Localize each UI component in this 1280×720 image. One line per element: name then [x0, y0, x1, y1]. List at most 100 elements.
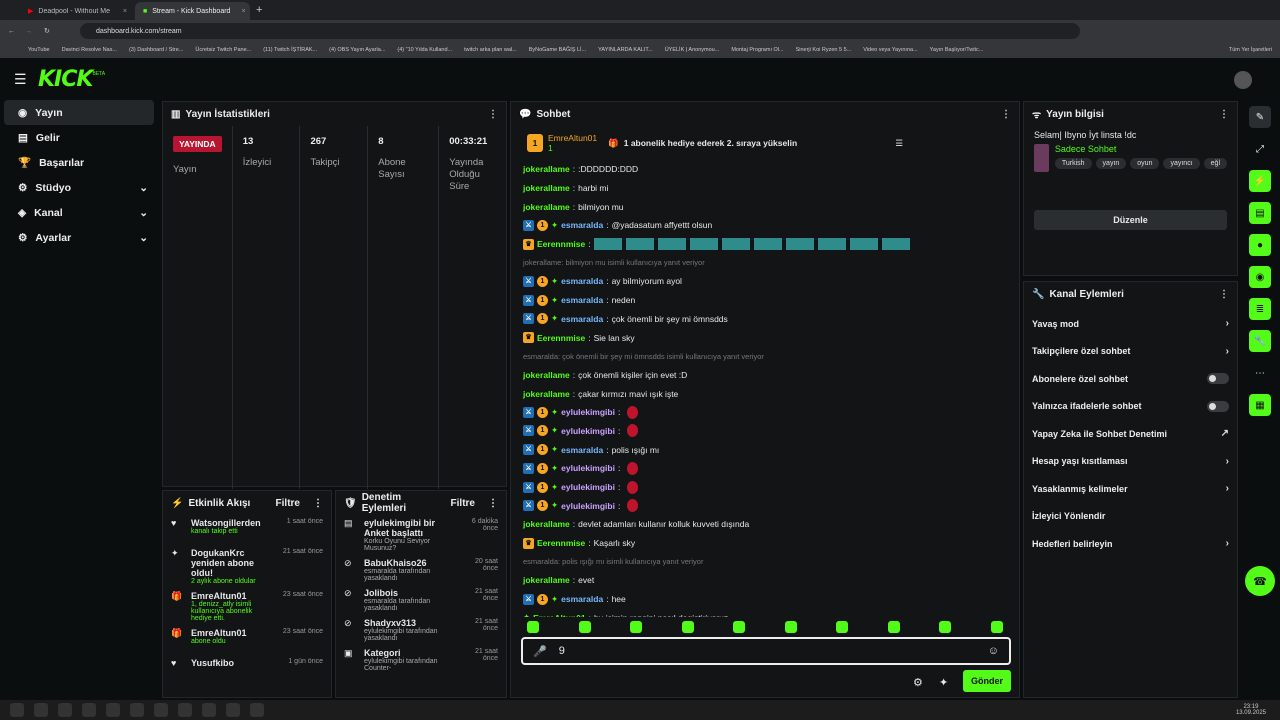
more-icon[interactable]: ⋮ — [488, 109, 498, 120]
bookmark-item[interactable]: twitch arka plan wal... — [464, 47, 517, 53]
bookmark-item[interactable]: (4) OBS Yayın Ayarla... — [329, 47, 385, 53]
emote-shortcut-icon[interactable] — [990, 621, 1003, 633]
emote-shortcut-icon[interactable] — [887, 621, 900, 633]
chat-username[interactable]: eylulekimgibi — [561, 463, 615, 473]
collapse-icon[interactable]: ☰ — [895, 138, 903, 149]
taskbar-app-icon[interactable] — [178, 703, 192, 717]
send-button[interactable]: Gönder — [963, 670, 1011, 692]
browser-tab-2[interactable]: ■ Stream - Kick Dashboard × — [135, 2, 250, 20]
chat-username[interactable]: Eerennmise — [537, 239, 585, 249]
chat-username[interactable]: jokerallame — [523, 370, 570, 380]
bookmark-item[interactable]: Video veya Yayınına... — [863, 47, 917, 53]
settings-icon[interactable]: ⚙ — [913, 676, 923, 689]
chat-username[interactable]: jokerallame — [523, 389, 570, 399]
channel-action-item[interactable]: İzleyici Yönlendir — [1024, 503, 1237, 531]
filter-button[interactable]: Filtre — [451, 498, 475, 509]
tag-chip[interactable]: oyun — [1130, 158, 1160, 169]
toggle-switch[interactable] — [1207, 373, 1229, 385]
more-icon[interactable]: ⋮ — [1219, 289, 1229, 300]
chat-username[interactable]: eylulekimgibi — [561, 407, 615, 417]
emote-shortcut-icon[interactable] — [939, 621, 952, 633]
toggle-switch[interactable] — [1207, 400, 1229, 412]
filter-button[interactable]: Filtre — [276, 498, 300, 509]
bookmark-item[interactable]: Yayın Başlıyor/Twitc... — [930, 47, 984, 53]
more-icon[interactable]: ⋮ — [313, 498, 323, 509]
taskbar-app-icon[interactable] — [202, 703, 216, 717]
channel-action-item[interactable]: Abonelere özel sohbet — [1024, 365, 1237, 393]
bookmark-item[interactable]: Ücretsiz Twitch Pane... — [195, 47, 251, 53]
channel-action-item[interactable]: Takipçilere özel sohbet › — [1024, 338, 1237, 366]
channel-action-item[interactable]: Yapay Zeka ile Sohbet Denetimi ↗ — [1024, 420, 1237, 448]
taskbar-app-icon[interactable] — [58, 703, 72, 717]
chat-username[interactable]: esmaralda — [561, 295, 603, 305]
bookmark-item[interactable]: ByNoGame BAĞIŞ Lİ... — [529, 47, 586, 53]
emote-shortcut-icon[interactable] — [836, 621, 849, 633]
back-icon[interactable]: ← — [8, 28, 15, 35]
bookmark-item[interactable]: Sinerji Koi Ryzen 5 5... — [796, 47, 852, 53]
browser-tab-1[interactable]: ▶ Deadpool - Without Me (Emine... × — [20, 2, 135, 20]
chat-bubble-icon[interactable]: ● — [1249, 234, 1271, 256]
chat-input[interactable]: 🎤 9 ☺ — [521, 637, 1011, 665]
emote-shortcut-icon[interactable] — [527, 621, 539, 633]
emote-shortcut-icon[interactable] — [733, 621, 746, 633]
tag-chip[interactable]: eğl — [1203, 158, 1227, 169]
emote-shortcut-icon[interactable] — [578, 621, 591, 633]
taskbar-app-icon[interactable] — [130, 703, 144, 717]
server-icon[interactable]: ≣ — [1249, 298, 1271, 320]
share-icon[interactable]: ⋯ — [1249, 362, 1271, 384]
emoji-icon[interactable]: ☺ — [988, 645, 999, 657]
taskbar-app-icon[interactable] — [106, 703, 120, 717]
menu-icon[interactable]: ☰ — [14, 71, 27, 88]
reload-icon[interactable]: ↻ — [44, 27, 50, 35]
chat-username[interactable]: jokerallame — [523, 575, 570, 585]
chat-username[interactable]: eylulekimgibi — [561, 501, 615, 511]
chat-username[interactable]: jokerallame — [523, 202, 570, 212]
bookmark-item[interactable]: Montaj Programı Ol... — [731, 47, 783, 53]
chat-username[interactable]: Eerennmise — [537, 538, 585, 548]
address-bar[interactable]: dashboard.kick.com/stream — [80, 23, 1080, 39]
chat-username[interactable]: jokerallame — [523, 164, 570, 174]
taskbar-app-icon[interactable] — [250, 703, 264, 717]
chat-username[interactable]: eylulekimgibi — [561, 482, 615, 492]
chat-username[interactable]: esmaralda — [561, 276, 603, 286]
expand-icon[interactable]: ⤢ — [1249, 138, 1271, 160]
controller-icon[interactable]: ✦ — [939, 676, 948, 689]
broadcast-rail-icon[interactable]: ◉ — [1249, 266, 1271, 288]
chat-username[interactable]: jokerallame — [523, 183, 570, 193]
avatar[interactable] — [1234, 71, 1252, 89]
sidebar-item-ayarlar[interactable]: ⚙ Ayarlar ⌄ — [4, 225, 154, 250]
sidebar-item-kanal[interactable]: ◈ Kanal ⌄ — [4, 200, 154, 225]
chat-username[interactable]: jokerallame — [523, 519, 570, 529]
channel-action-item[interactable]: Hesap yaşı kısıtlaması › — [1024, 448, 1237, 476]
taskbar-app-icon[interactable] — [34, 703, 48, 717]
more-icon[interactable]: ⋮ — [488, 498, 498, 509]
bookmark-item[interactable]: ÜYELİK | Anonymou... — [665, 47, 720, 53]
chat-username[interactable]: EmreAltun01 — [533, 613, 585, 617]
channel-action-item[interactable]: Yasaklanmış kelimeler › — [1024, 475, 1237, 503]
bookmark-item[interactable]: YouTube — [28, 47, 50, 53]
emote-shortcut-icon[interactable] — [630, 621, 643, 633]
sidebar-item-yayın[interactable]: ◉ Yayın — [4, 100, 154, 125]
new-tab-icon[interactable]: + — [256, 4, 262, 16]
emote-shortcut-icon[interactable] — [784, 621, 797, 633]
bookmark-item[interactable]: (3) Dashboard / Stre... — [129, 47, 183, 53]
taskbar-app-icon[interactable] — [226, 703, 240, 717]
mic-icon[interactable]: 🎤 — [533, 645, 547, 658]
taskbar-app-icon[interactable] — [82, 703, 96, 717]
start-icon[interactable] — [10, 703, 24, 717]
chat-username[interactable]: eylulekimgibi — [561, 426, 615, 436]
pencil-icon[interactable]: ✎ — [1249, 106, 1271, 128]
channel-action-item[interactable]: Hedefleri belirleyin › — [1024, 530, 1237, 558]
close-icon[interactable]: × — [123, 8, 127, 15]
channel-action-item[interactable]: Yavaş mod › — [1024, 310, 1237, 338]
chat-username[interactable]: esmaralda — [561, 445, 603, 455]
bookmark-item[interactable]: (11) Twitch İŞTİRAK... — [263, 47, 317, 53]
clapper-icon[interactable]: ▦ — [1249, 394, 1271, 416]
more-icon[interactable]: ⋮ — [1219, 109, 1229, 120]
emote-shortcut-icon[interactable] — [681, 621, 694, 633]
tag-chip[interactable]: Turkish — [1054, 158, 1092, 169]
more-icon[interactable]: ⋮ — [1001, 109, 1011, 120]
clipboard-icon[interactable]: ▤ — [1249, 202, 1271, 224]
bookmark-item[interactable]: (4) "10 Yılda Kulland... — [397, 47, 452, 53]
sidebar-item-gelir[interactable]: ▤ Gelir — [4, 125, 154, 150]
